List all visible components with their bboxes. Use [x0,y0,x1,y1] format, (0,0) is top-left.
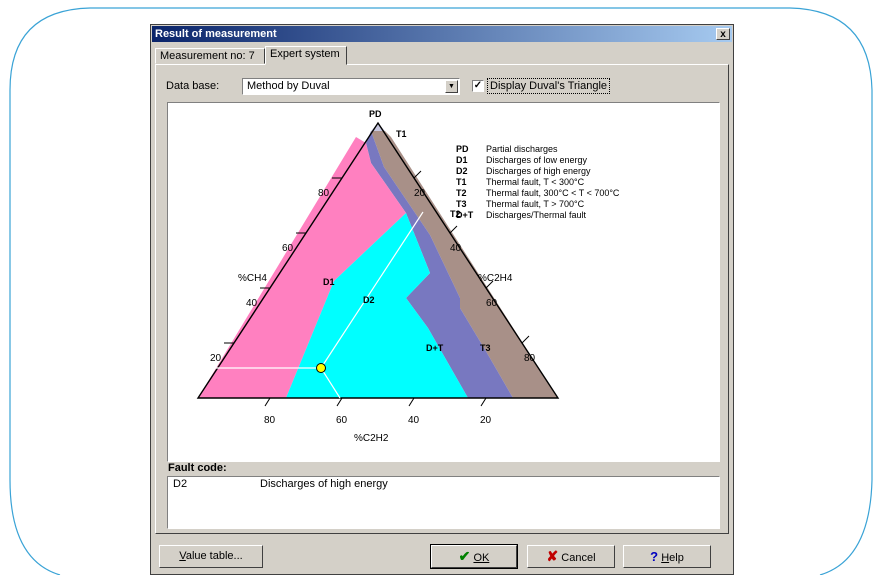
expert-system-panel: Data base: Method by Duval ▼ ✓ Display D… [155,64,729,534]
help-button[interactable]: ? Help [623,545,711,568]
ch4-tick-60: 60 [282,243,294,254]
c2h4-tick-40: 40 [450,243,462,254]
fault-description: Discharges of high energy [260,478,388,490]
measurement-point [316,363,326,373]
c2h2-tick-60: 60 [336,415,348,426]
ok-label: OK [473,552,490,564]
duval-triangle: PD T1 T2 D1 D2 D+T T3 80 60 40 20 %CH4 2… [196,109,620,444]
ch4-tick-80: 80 [318,188,330,199]
apex-pd-label: PD [369,109,382,119]
fault-code-label: Fault code: [168,462,227,474]
question-icon: ? [650,549,659,564]
c2h2-tick-40: 40 [408,415,420,426]
legend-code: D1 [456,155,468,165]
display-triangle-checkbox[interactable]: ✓ [472,80,484,92]
legend-text: Thermal fault, 300°C < T < 700°C [486,188,620,198]
ch4-tick-40: 40 [246,298,258,309]
legend-code: T1 [456,177,467,187]
display-triangle-label[interactable]: Display Duval's Triangle [487,78,611,94]
legend-code: T3 [456,199,467,209]
ch4-axis-label: %CH4 [238,273,267,284]
c2h2-tick-20: 20 [480,415,492,426]
legend-code: PD [456,144,469,154]
c2h4-axis-label: %C2H4 [478,273,513,284]
legend-text: Discharges of low energy [486,155,588,165]
c2h2-tick-80: 80 [264,415,276,426]
x-icon: ✘ [546,548,559,564]
zone-dt-label: D+T [426,343,444,353]
zone-t3-label: T3 [480,343,491,353]
legend-text: Thermal fault, T > 700°C [486,199,585,209]
close-button[interactable]: x [716,28,730,40]
c2h4-tick-20: 20 [414,188,426,199]
zone-d1-label: D1 [323,277,335,287]
database-select[interactable]: Method by Duval ▼ [242,78,460,95]
legend-text: Thermal fault, T < 300°C [486,177,585,187]
tab-measurement[interactable]: Measurement no: 7 [155,48,265,64]
help-label: elp [669,552,684,564]
fault-code-box: D2 Discharges of high energy [167,476,720,529]
window-title: Result of measurement [155,28,277,40]
duval-triangle-view: PD T1 T2 D1 D2 D+T T3 80 60 40 20 %CH4 2… [167,102,720,462]
legend-text: Discharges of high energy [486,166,591,176]
legend-text: Partial discharges [486,144,558,154]
help-accel: H [661,552,670,564]
fault-code-value: D2 [173,478,188,490]
zone-d2-label: D2 [363,295,375,305]
legend-text: Discharges/Thermal fault [486,210,587,220]
legend-code: D+T [456,210,474,220]
c2h4-tick-60: 60 [486,298,498,309]
cancel-button[interactable]: ✘ Cancel [527,545,615,568]
tab-expert-system[interactable]: Expert system [265,46,347,65]
value-table-label: alue table... [185,550,243,562]
c2h4-tick-80: 80 [524,353,536,364]
cancel-label: Cancel [561,552,596,564]
legend-code: D2 [456,166,468,176]
chevron-down-icon[interactable]: ▼ [445,80,458,93]
database-label: Data base: [166,80,220,92]
ch4-tick-20: 20 [210,353,222,364]
legend: PD Partial discharges D1 Discharges of l… [456,144,620,220]
value-table-button[interactable]: Value table... [159,545,263,568]
check-icon: ✔ [458,548,471,564]
database-value: Method by Duval [247,80,330,92]
zone-t1-label: T1 [396,129,407,139]
c2h2-axis-label: %C2H2 [354,433,389,444]
legend-code: T2 [456,188,467,198]
title-bar: Result of measurement x [152,26,732,42]
ok-button[interactable]: ✔ OK [430,544,518,569]
result-window: Result of measurement x Measurement no: … [150,24,734,575]
